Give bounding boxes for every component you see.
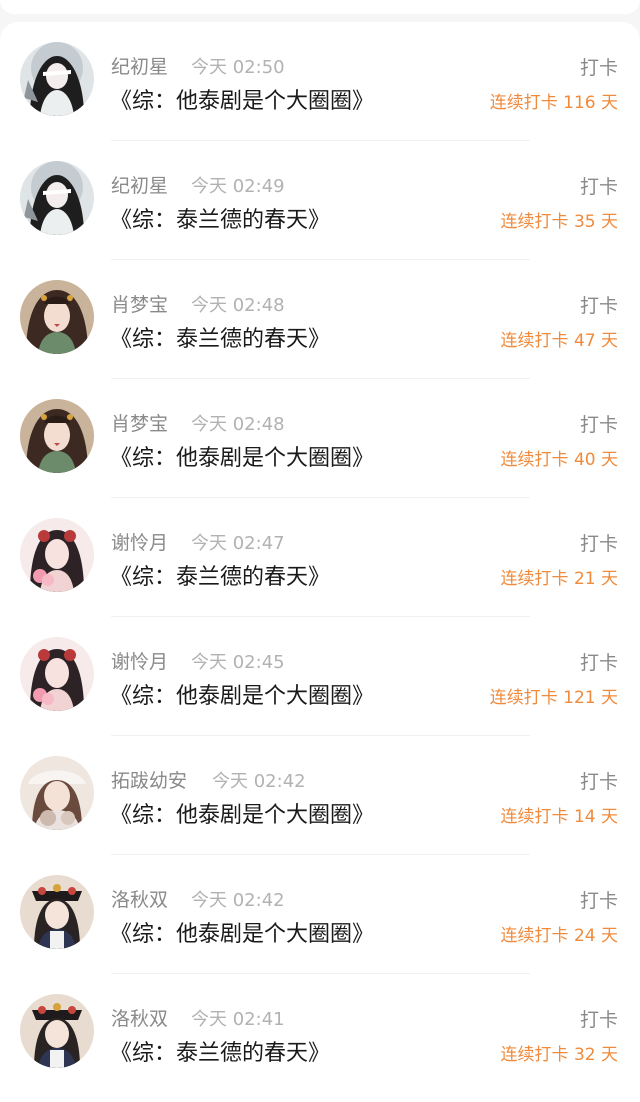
user-avatar[interactable]	[20, 756, 94, 830]
user-name[interactable]: 洛秋双	[111, 1004, 168, 1031]
book-title[interactable]: 《综：泰兰德的春天》	[110, 202, 330, 234]
checkin-label: 打卡	[579, 176, 618, 198]
book-title[interactable]: 《综：他泰剧是个大圈圈》	[110, 440, 374, 472]
avatar-ghost-girl-icon	[20, 161, 94, 235]
book-title[interactable]: 《综：泰兰德的春天》	[110, 321, 330, 353]
checkin-item[interactable]: 肖梦宝 今天 02:48 《综：泰兰德的春天》 打卡 连续打卡 47 天	[0, 260, 640, 379]
user-name[interactable]: 谢怜月	[111, 647, 168, 674]
streak-count: 连续打卡 116 天	[489, 93, 618, 113]
checkin-label: 打卡	[579, 57, 618, 79]
checkin-label: 打卡	[579, 295, 618, 317]
checkin-label: 打卡	[579, 533, 618, 555]
user-name[interactable]: 肖梦宝	[111, 409, 168, 436]
checkin-label: 打卡	[579, 890, 618, 912]
streak-count: 连续打卡 40 天	[500, 450, 618, 470]
user-name[interactable]: 纪初星	[111, 52, 168, 79]
checkin-item[interactable]: 纪初星 今天 02:49 《综：泰兰德的春天》 打卡 连续打卡 35 天	[0, 141, 640, 260]
post-time: 今天 02:42	[212, 771, 306, 792]
book-title[interactable]: 《综：泰兰德的春天》	[110, 1035, 330, 1067]
avatar-ancient-lady-icon	[20, 399, 94, 473]
user-avatar[interactable]	[20, 399, 94, 473]
checkin-item[interactable]: 拓跋幼安 今天 02:42 《综：他泰剧是个大圈圈》 打卡 连续打卡 14 天	[0, 736, 640, 855]
checkin-item[interactable]: 洛秋双 今天 02:42 《综：他泰剧是个大圈圈》 打卡 连续打卡 24 天	[0, 855, 640, 974]
checkin-item[interactable]: 肖梦宝 今天 02:48 《综：他泰剧是个大圈圈》 打卡 连续打卡 40 天	[0, 379, 640, 498]
streak-count: 连续打卡 24 天	[500, 926, 618, 946]
user-name[interactable]: 纪初星	[111, 171, 168, 198]
post-time: 今天 02:45	[191, 652, 285, 673]
post-time: 今天 02:48	[191, 414, 285, 435]
avatar-qing-lady-icon	[20, 994, 94, 1068]
checkin-label: 打卡	[579, 771, 618, 793]
previous-card-strip	[0, 0, 640, 22]
post-time: 今天 02:41	[191, 1009, 285, 1030]
user-name[interactable]: 肖梦宝	[111, 290, 168, 317]
user-name[interactable]: 拓跋幼安	[111, 766, 187, 793]
post-time: 今天 02:42	[191, 890, 285, 911]
book-title[interactable]: 《综：他泰剧是个大圈圈》	[110, 83, 374, 115]
streak-count: 连续打卡 35 天	[500, 212, 618, 232]
checkin-item[interactable]: 谢怜月 今天 02:45 《综：他泰剧是个大圈圈》 打卡 连续打卡 121 天	[0, 617, 640, 736]
streak-count: 连续打卡 14 天	[500, 807, 618, 827]
streak-count: 连续打卡 32 天	[500, 1045, 618, 1065]
user-avatar[interactable]	[20, 637, 94, 711]
user-name[interactable]: 洛秋双	[111, 885, 168, 912]
avatar-ancient-lady-icon	[20, 280, 94, 354]
book-title[interactable]: 《综：他泰剧是个大圈圈》	[110, 797, 374, 829]
avatar-cat-girl-icon	[20, 756, 94, 830]
streak-count: 连续打卡 47 天	[500, 331, 618, 351]
book-title[interactable]: 《综：他泰剧是个大圈圈》	[110, 916, 374, 948]
user-avatar[interactable]	[20, 994, 94, 1068]
user-avatar[interactable]	[20, 161, 94, 235]
streak-count: 连续打卡 121 天	[489, 688, 618, 708]
book-title[interactable]: 《综：泰兰德的春天》	[110, 559, 330, 591]
checkin-item[interactable]: 纪初星 今天 02:50 《综：他泰剧是个大圈圈》 打卡 连续打卡 116 天	[0, 22, 640, 141]
checkin-item[interactable]: 谢怜月 今天 02:47 《综：泰兰德的春天》 打卡 连续打卡 21 天	[0, 498, 640, 617]
checkin-feed-card: 纪初星 今天 02:50 《综：他泰剧是个大圈圈》 打卡 连续打卡 116 天 …	[0, 22, 640, 1102]
avatar-pink-lady-icon	[20, 637, 94, 711]
streak-count: 连续打卡 21 天	[500, 569, 618, 589]
user-name[interactable]: 谢怜月	[111, 528, 168, 555]
user-avatar[interactable]	[20, 42, 94, 116]
post-time: 今天 02:50	[191, 57, 285, 78]
post-time: 今天 02:48	[191, 295, 285, 316]
checkin-item[interactable]: 洛秋双 今天 02:41 《综：泰兰德的春天》 打卡 连续打卡 32 天	[0, 974, 640, 1093]
avatar-pink-lady-icon	[20, 518, 94, 592]
user-avatar[interactable]	[20, 280, 94, 354]
avatar-qing-lady-icon	[20, 875, 94, 949]
book-title[interactable]: 《综：他泰剧是个大圈圈》	[110, 678, 374, 710]
checkin-label: 打卡	[579, 414, 618, 436]
user-avatar[interactable]	[20, 875, 94, 949]
post-time: 今天 02:47	[191, 533, 285, 554]
checkin-label: 打卡	[579, 652, 618, 674]
checkin-label: 打卡	[579, 1009, 618, 1031]
avatar-ghost-girl-icon	[20, 42, 94, 116]
user-avatar[interactable]	[20, 518, 94, 592]
previous-card-edge	[0, 0, 640, 14]
post-time: 今天 02:49	[191, 176, 285, 197]
